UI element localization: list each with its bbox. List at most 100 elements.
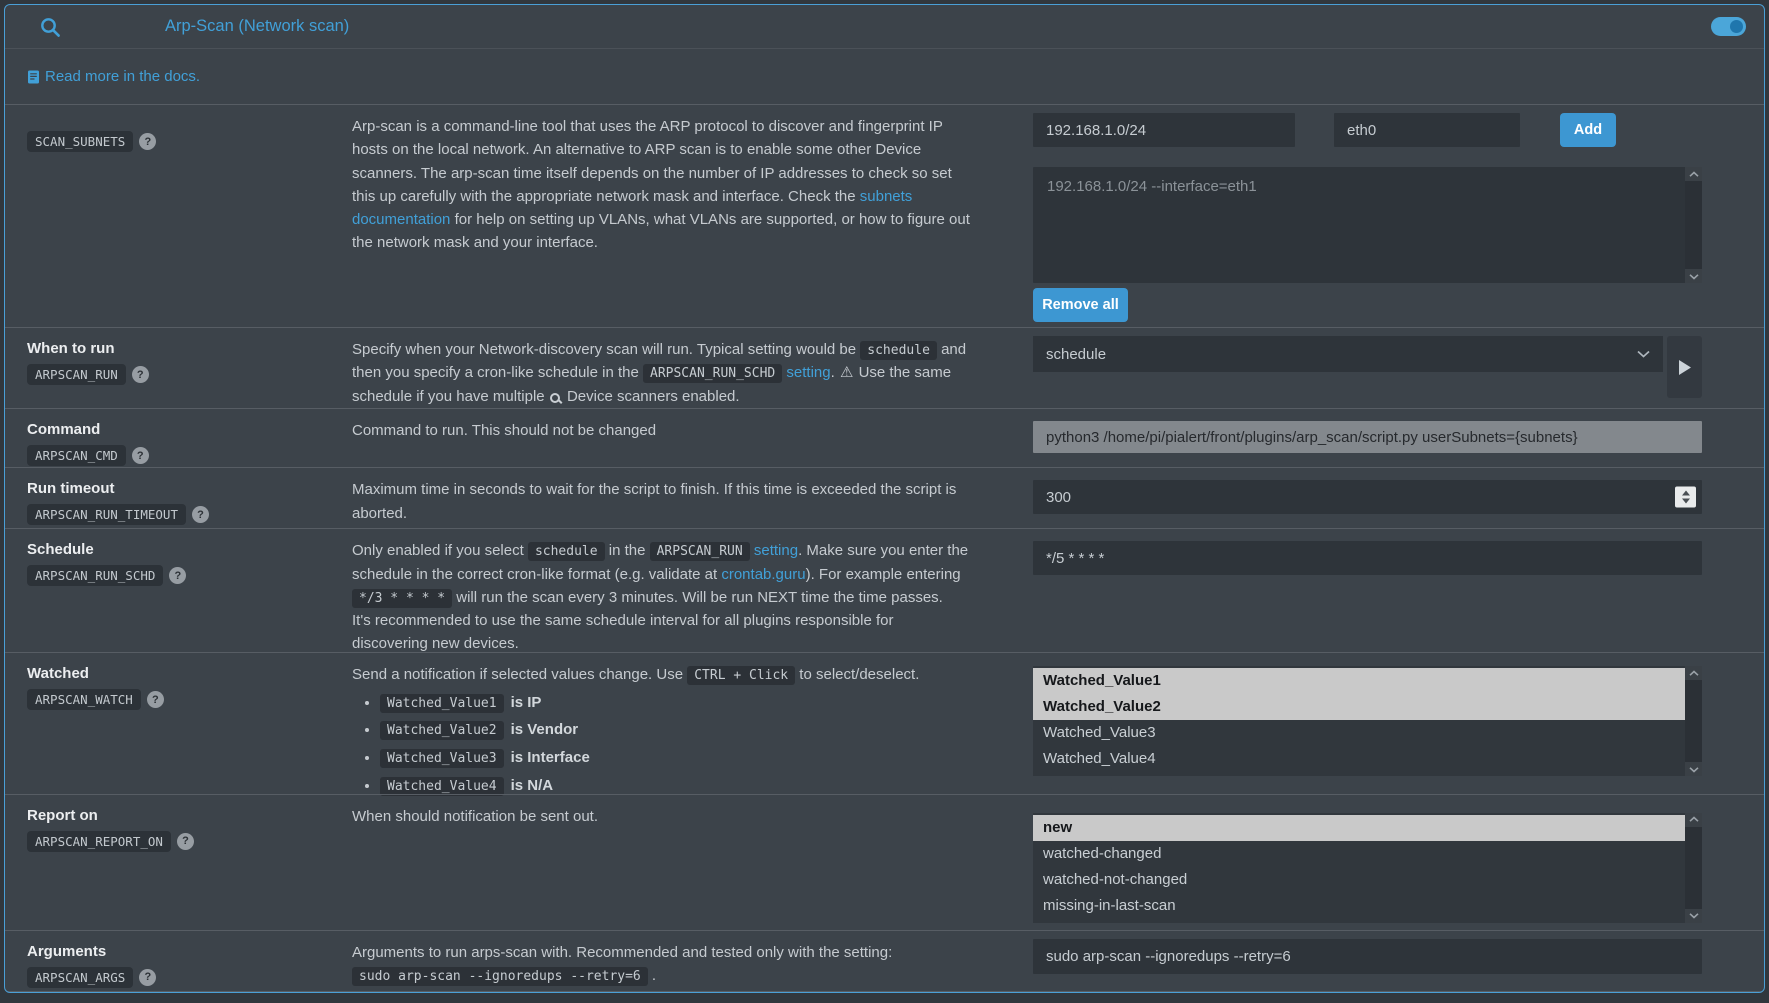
scroll-down-icon[interactable] xyxy=(1685,269,1702,283)
scroll-thumb[interactable] xyxy=(1685,827,1702,909)
option-watched-not-changed[interactable]: watched-not-changed xyxy=(1033,867,1685,893)
arguments-input[interactable] xyxy=(1033,939,1702,974)
setting-description: Only enabled if you select schedule in t… xyxy=(330,529,1013,667)
inline-code: sudo arp-scan --ignoredups --retry=6 xyxy=(352,967,648,986)
help-icon[interactable]: ? xyxy=(169,567,186,584)
help-icon[interactable]: ? xyxy=(132,366,149,383)
search-icon[interactable] xyxy=(39,16,61,38)
setting-description: Send a notification if selected values c… xyxy=(330,653,1013,813)
doc-link[interactable]: crontab.guru xyxy=(721,566,805,583)
search-plus-icon xyxy=(550,393,560,403)
toggle-knob xyxy=(1730,20,1743,33)
help-icon[interactable]: ? xyxy=(139,969,156,986)
docs-row: Read more in the docs. xyxy=(5,49,1764,104)
scrollbar[interactable] xyxy=(1685,167,1702,283)
stepper-down-icon[interactable] xyxy=(1682,499,1690,504)
setting-row-watched: Watched ARPSCAN_WATCH ? Send a notificat… xyxy=(5,652,1764,793)
setting-code-badge: ARPSCAN_ARGS xyxy=(27,967,133,988)
inline-code: ARPSCAN_RUN_SCHD xyxy=(643,364,782,383)
setting-name: Report on xyxy=(27,807,320,824)
setting-code-badge: ARPSCAN_RUN_TIMEOUT xyxy=(27,504,186,525)
page-title: Arp-Scan (Network scan) xyxy=(165,17,349,36)
setting-code-badge: ARPSCAN_WATCH xyxy=(27,689,141,710)
subnet-list-item[interactable]: 192.168.1.0/24 --interface=eth1 xyxy=(1047,178,1672,195)
option-watched-changed[interactable]: watched-changed xyxy=(1033,841,1685,867)
setting-row-when-to-run: When to run ARPSCAN_RUN ? Specify when y… xyxy=(5,327,1764,408)
stepper-up-icon[interactable] xyxy=(1682,491,1690,496)
setting-code-badge: ARPSCAN_RUN xyxy=(27,364,126,385)
book-icon xyxy=(27,70,40,84)
add-button[interactable]: Add xyxy=(1560,113,1616,147)
subnet-input[interactable] xyxy=(1033,113,1295,147)
setting-row-arguments: Arguments ARPSCAN_ARGS ? Arguments to ru… xyxy=(5,930,1764,991)
scroll-up-icon[interactable] xyxy=(1685,167,1702,181)
scroll-thumb[interactable] xyxy=(1685,680,1702,762)
option-watched-value4[interactable]: Watched_Value4 xyxy=(1033,746,1685,772)
setting-description: Command to run. This should not be chang… xyxy=(330,409,1013,467)
schedule-input[interactable] xyxy=(1033,541,1702,575)
help-icon[interactable]: ? xyxy=(177,833,194,850)
panel-header: Arp-Scan (Network scan) xyxy=(5,5,1764,49)
setting-description: When should notification be sent out. xyxy=(330,795,1013,931)
docs-link[interactable]: Read more in the docs. xyxy=(27,68,200,85)
list-item: Watched_Value3is Interface xyxy=(380,746,973,771)
report-on-multiselect[interactable]: new watched-changed watched-not-changed … xyxy=(1033,813,1702,923)
setting-row-scan-subnets: SCAN_SUBNETS ? Arp-scan is a command-lin… xyxy=(5,104,1764,327)
timeout-input[interactable] xyxy=(1033,480,1702,514)
inline-code: schedule xyxy=(860,341,937,360)
run-mode-select[interactable]: schedule xyxy=(1033,336,1663,372)
scroll-down-icon[interactable] xyxy=(1685,909,1702,923)
setting-name: Schedule xyxy=(27,541,320,558)
interface-input[interactable] xyxy=(1334,113,1520,147)
inline-code: */3 * * * * xyxy=(352,589,452,608)
setting-name: When to run xyxy=(27,340,320,357)
scroll-thumb[interactable] xyxy=(1685,181,1702,269)
inline-code: CTRL + Click xyxy=(687,666,795,685)
option-watched-value1[interactable]: Watched_Value1 xyxy=(1033,668,1685,694)
option-missing-in-last-scan[interactable]: missing-in-last-scan xyxy=(1033,893,1685,919)
subnet-list[interactable]: 192.168.1.0/24 --interface=eth1 xyxy=(1033,167,1702,283)
help-icon[interactable]: ? xyxy=(147,691,164,708)
setting-row-schedule: Schedule ARPSCAN_RUN_SCHD ? Only enabled… xyxy=(5,528,1764,652)
scrollbar[interactable] xyxy=(1685,666,1702,776)
scroll-up-icon[interactable] xyxy=(1685,813,1702,827)
setting-code-badge: SCAN_SUBNETS xyxy=(27,131,133,152)
chevron-down-icon xyxy=(1637,350,1650,358)
setting-name: Command xyxy=(27,421,320,438)
plugin-settings-panel: Arp-Scan (Network scan) Read more in the… xyxy=(4,4,1765,993)
scrollbar[interactable] xyxy=(1685,813,1702,923)
list-item: Watched_Value1is IP xyxy=(380,691,973,716)
doc-link[interactable]: setting xyxy=(754,542,798,559)
help-icon[interactable]: ? xyxy=(192,506,209,523)
setting-description: Arguments to run arps-scan with. Recomme… xyxy=(330,931,1013,993)
option-new[interactable]: new xyxy=(1033,815,1685,841)
option-watched-value2[interactable]: Watched_Value2 xyxy=(1033,694,1685,720)
inline-code: schedule xyxy=(528,542,605,561)
setting-name: Run timeout xyxy=(27,480,320,497)
remove-all-button[interactable]: Remove all xyxy=(1033,288,1128,322)
setting-row-run-timeout: Run timeout ARPSCAN_RUN_TIMEOUT ? Maximu… xyxy=(5,467,1764,528)
help-icon[interactable]: ? xyxy=(132,447,149,464)
setting-code-badge: ARPSCAN_RUN_SCHD xyxy=(27,565,163,586)
setting-name: Watched xyxy=(27,665,320,682)
setting-row-report-on: Report on ARPSCAN_REPORT_ON ? When shoul… xyxy=(5,794,1764,930)
setting-name: Arguments xyxy=(27,943,320,960)
number-stepper[interactable] xyxy=(1675,487,1696,508)
watched-multiselect[interactable]: Watched_Value1 Watched_Value2 Watched_Va… xyxy=(1033,666,1702,776)
play-icon xyxy=(1677,359,1692,376)
scroll-up-icon[interactable] xyxy=(1685,666,1702,680)
list-item: Watched_Value2is Vendor xyxy=(380,718,973,743)
setting-description: Arp-scan is a command-line tool that use… xyxy=(330,105,1013,330)
setting-description: Specify when your Network-discovery scan… xyxy=(330,328,1013,420)
plugin-enabled-toggle[interactable] xyxy=(1711,17,1746,36)
doc-link[interactable]: setting xyxy=(786,364,830,381)
option-watched-value3[interactable]: Watched_Value3 xyxy=(1033,720,1685,746)
command-input xyxy=(1033,421,1702,453)
run-now-button[interactable] xyxy=(1667,336,1702,398)
watched-values-list: Watched_Value1is IP Watched_Value2is Ven… xyxy=(352,691,973,799)
warning-icon: ⚠ xyxy=(840,364,853,381)
setting-code-badge: ARPSCAN_CMD xyxy=(27,445,126,466)
scroll-down-icon[interactable] xyxy=(1685,762,1702,776)
help-icon[interactable]: ? xyxy=(139,133,156,150)
setting-description: Maximum time in seconds to wait for the … xyxy=(330,468,1013,537)
